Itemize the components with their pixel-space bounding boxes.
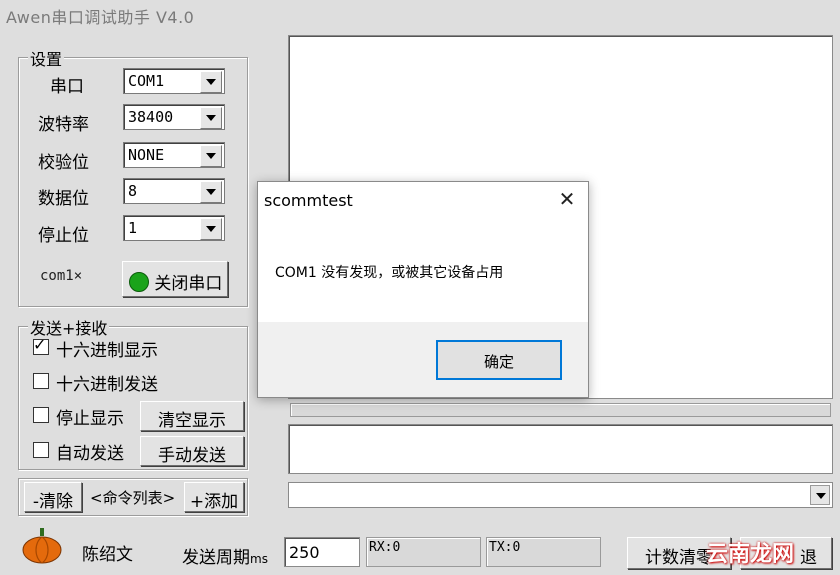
dialog-message: COM1 没有发现，或被其它设备占用	[275, 265, 504, 281]
exit-label: 退	[800, 548, 817, 568]
databits-select[interactable]: 8	[123, 178, 225, 204]
send-textarea[interactable]	[288, 424, 833, 474]
auto-send-label: 自动发送	[56, 444, 124, 464]
databits-label: 数据位	[38, 189, 89, 209]
stopbits-label: 停止位	[38, 226, 89, 246]
manual-send-button[interactable]: 手动发送	[140, 436, 244, 466]
close-port-button[interactable]: 关闭串口	[122, 261, 228, 297]
parity-label: 校验位	[38, 153, 89, 173]
clear-command-button[interactable]: -清除	[24, 482, 82, 512]
hex-display-label: 十六进制显示	[56, 341, 158, 361]
period-input[interactable]: 250	[284, 537, 360, 567]
databits-value: 8	[128, 182, 138, 200]
chevron-down-icon[interactable]	[200, 218, 222, 240]
tx-counter: TX:0	[486, 537, 601, 567]
port-select[interactable]: COM1	[123, 68, 225, 94]
error-dialog: scommtest ✕ COM1 没有发现，或被其它设备占用 确定	[257, 181, 589, 398]
check-icon: ✓	[33, 335, 47, 354]
pumpkin-icon	[22, 528, 62, 564]
status-led-icon	[129, 272, 149, 292]
clear-display-button[interactable]: 清空显示	[140, 401, 244, 431]
ok-button[interactable]: 确定	[436, 340, 562, 380]
author-name: 陈绍文	[82, 545, 133, 565]
chevron-down-icon[interactable]	[200, 181, 222, 203]
settings-legend: 设置	[28, 46, 65, 70]
stopbits-value: 1	[128, 219, 138, 237]
chevron-down-icon[interactable]	[200, 107, 222, 129]
add-command-button[interactable]: +添加	[184, 482, 244, 512]
command-list[interactable]: <命令列表>	[90, 487, 175, 508]
window-title: Awen串口调试助手 V4.0	[6, 8, 195, 27]
parity-value: NONE	[128, 146, 165, 164]
send-history-select[interactable]	[288, 482, 833, 508]
chevron-down-icon[interactable]	[200, 71, 222, 93]
chevron-down-icon[interactable]	[810, 485, 830, 505]
baud-select[interactable]: 38400	[123, 104, 225, 130]
stopbits-select[interactable]: 1	[123, 215, 225, 241]
period-label: 发送周期ms	[182, 548, 268, 568]
stop-display-label: 停止显示	[56, 409, 124, 429]
chevron-down-icon[interactable]	[200, 145, 222, 167]
rx-counter: RX:0	[366, 537, 481, 567]
baud-label: 波特率	[38, 115, 89, 135]
close-port-label: 关闭串口	[154, 274, 223, 294]
stop-display-checkbox[interactable]	[33, 407, 49, 423]
port-status: com1×	[40, 268, 83, 284]
baud-value: 38400	[128, 108, 174, 126]
hex-send-label: 十六进制发送	[56, 375, 158, 395]
parity-select[interactable]: NONE	[123, 142, 225, 168]
hex-send-checkbox[interactable]	[33, 373, 49, 389]
watermark: 云南龙网	[706, 542, 795, 567]
hex-display-checkbox[interactable]: ✓	[33, 335, 49, 355]
port-value: COM1	[128, 72, 165, 90]
dialog-title: scommtest	[264, 191, 353, 210]
auto-send-checkbox[interactable]	[33, 442, 49, 458]
horizontal-scrollbar[interactable]	[290, 403, 831, 417]
close-icon[interactable]: ✕	[554, 186, 580, 212]
port-label: 串口	[50, 77, 84, 97]
